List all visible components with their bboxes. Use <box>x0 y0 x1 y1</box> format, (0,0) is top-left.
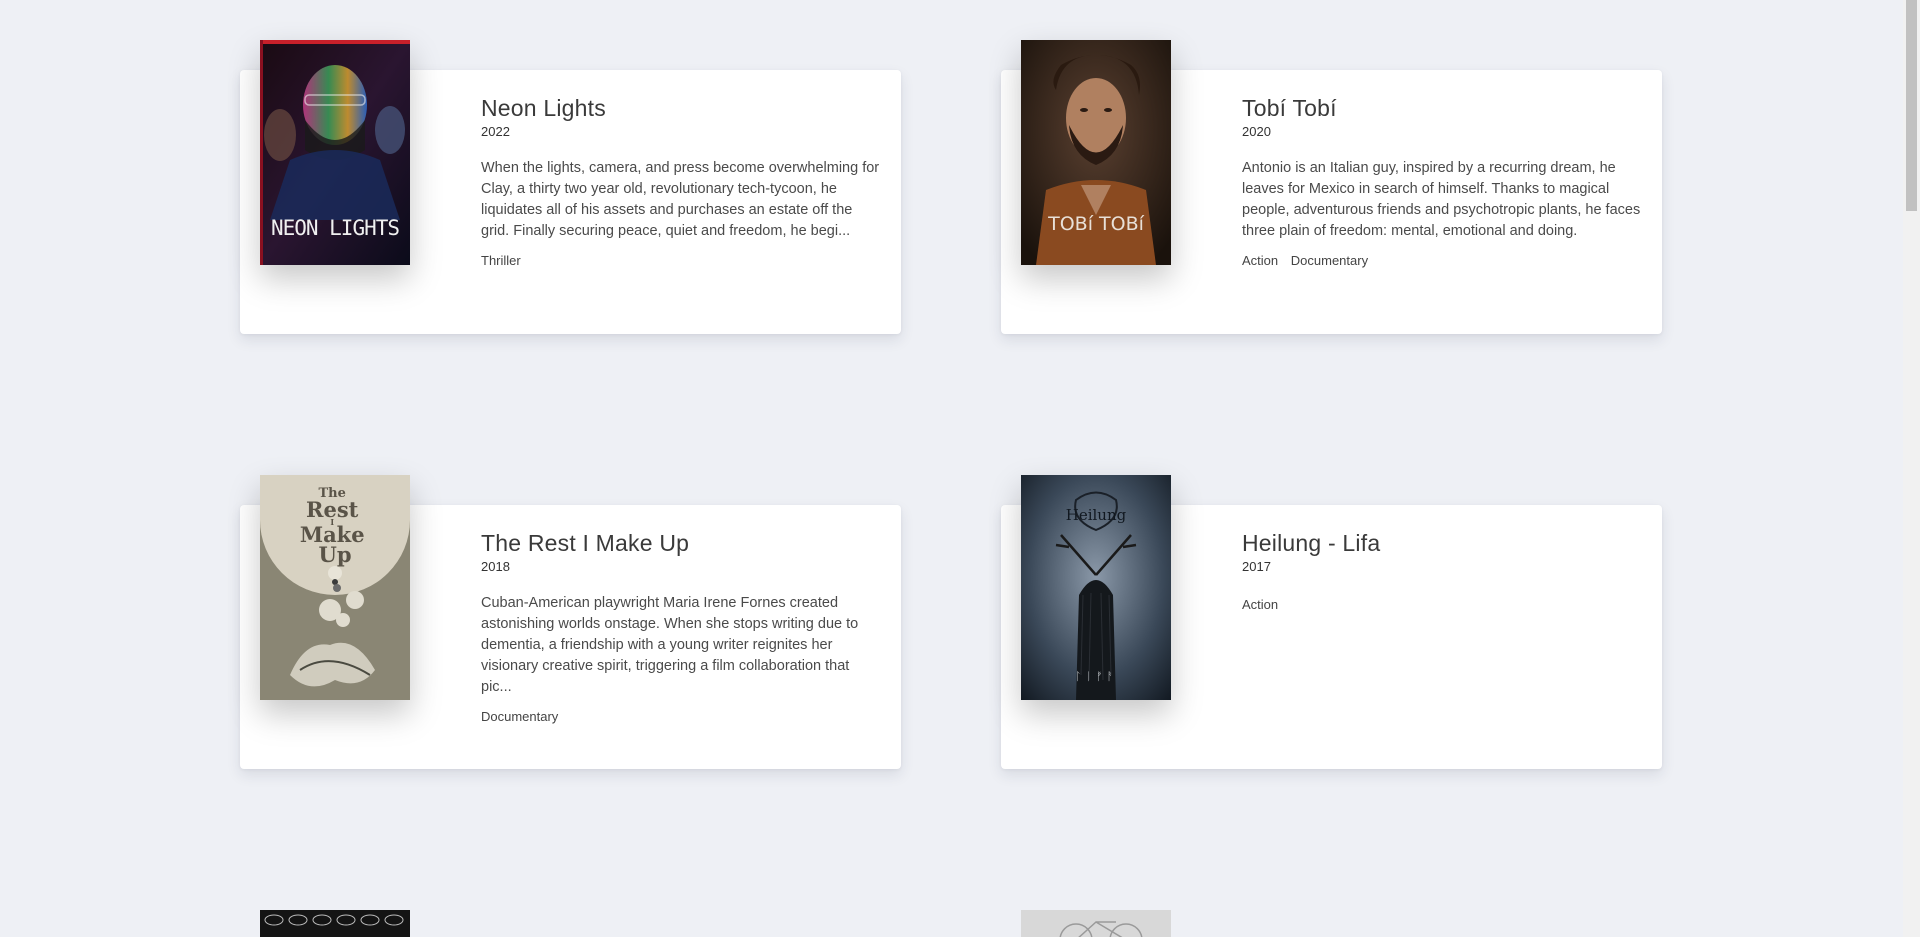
genre-list: Thriller <box>481 253 883 268</box>
genre-list: Action Documentary <box>1242 253 1644 268</box>
movie-year: 2020 <box>1242 124 1271 139</box>
movie-title[interactable]: Neon Lights <box>481 94 883 122</box>
movie-poster[interactable]: The Rest I Make Up <box>260 475 410 700</box>
movie-description: When the lights, camera, and press becom… <box>481 160 880 239</box>
movie-poster[interactable] <box>1021 910 1171 937</box>
movie-title[interactable]: Tobí Tobí <box>1242 94 1644 122</box>
movie-year: 2022 <box>481 124 510 139</box>
scrollbar-thumb[interactable] <box>1906 0 1917 211</box>
poster-title-text: NEON LIGHTS <box>271 216 399 240</box>
movie-description: Antonio is an Italian guy, inspired by a… <box>1242 160 1641 239</box>
movie-poster[interactable]: Heilung ᛚᛁᚠᚨ <box>1021 475 1171 700</box>
movie-year: 2018 <box>481 559 510 574</box>
movie-list-page: NEON LIGHTS Neon Lights 2022 When the li… <box>0 0 1920 937</box>
movie-poster[interactable]: NEON LIGHTS <box>260 40 410 265</box>
genre-tag[interactable]: Action <box>1242 597 1278 612</box>
movie-details: Neon Lights 2022 When the lights, camera… <box>481 94 883 268</box>
genre-tag[interactable]: Documentary <box>1291 253 1368 268</box>
genre-tag[interactable]: Thriller <box>481 253 521 268</box>
movie-card[interactable]: NEON LIGHTS Neon Lights 2022 When the li… <box>240 40 901 345</box>
vertical-scrollbar[interactable] <box>1903 0 1920 937</box>
movie-title[interactable]: The Rest I Make Up <box>481 529 883 557</box>
movie-details: Heilung - Lifa 2017 Action <box>1242 529 1644 612</box>
movie-description: Cuban-American playwright Maria Irene Fo… <box>481 595 859 695</box>
movie-title[interactable]: Heilung - Lifa <box>1242 529 1644 557</box>
movie-details: Tobí Tobí 2020 Antonio is an Italian guy… <box>1242 94 1644 268</box>
movie-card[interactable]: Heilung ᛚᛁᚠᚨ Heilung - Lifa 2017 Action <box>1001 475 1662 780</box>
genre-tag[interactable]: Action <box>1242 253 1278 268</box>
genre-tag[interactable]: Documentary <box>481 709 558 724</box>
movie-card[interactable]: TOBí TOBí Tobí Tobí 2020 Antonio is an I… <box>1001 40 1662 345</box>
movie-poster[interactable]: TOBí TOBí <box>1021 40 1171 265</box>
poster-title-text: TOBí TOBí <box>1047 213 1145 235</box>
poster-title-text: Heilung <box>1066 506 1127 524</box>
movie-poster[interactable] <box>260 910 410 937</box>
movie-card[interactable]: The Rest I Make Up The Rest I Make Up 20… <box>240 475 901 780</box>
poster-runes: ᛚᛁᚠᚨ <box>1075 670 1117 683</box>
movie-details: The Rest I Make Up 2018 Cuban-American p… <box>481 529 883 724</box>
genre-list: Action <box>1242 597 1644 612</box>
movie-year: 2017 <box>1242 559 1271 574</box>
genre-list: Documentary <box>481 709 883 724</box>
